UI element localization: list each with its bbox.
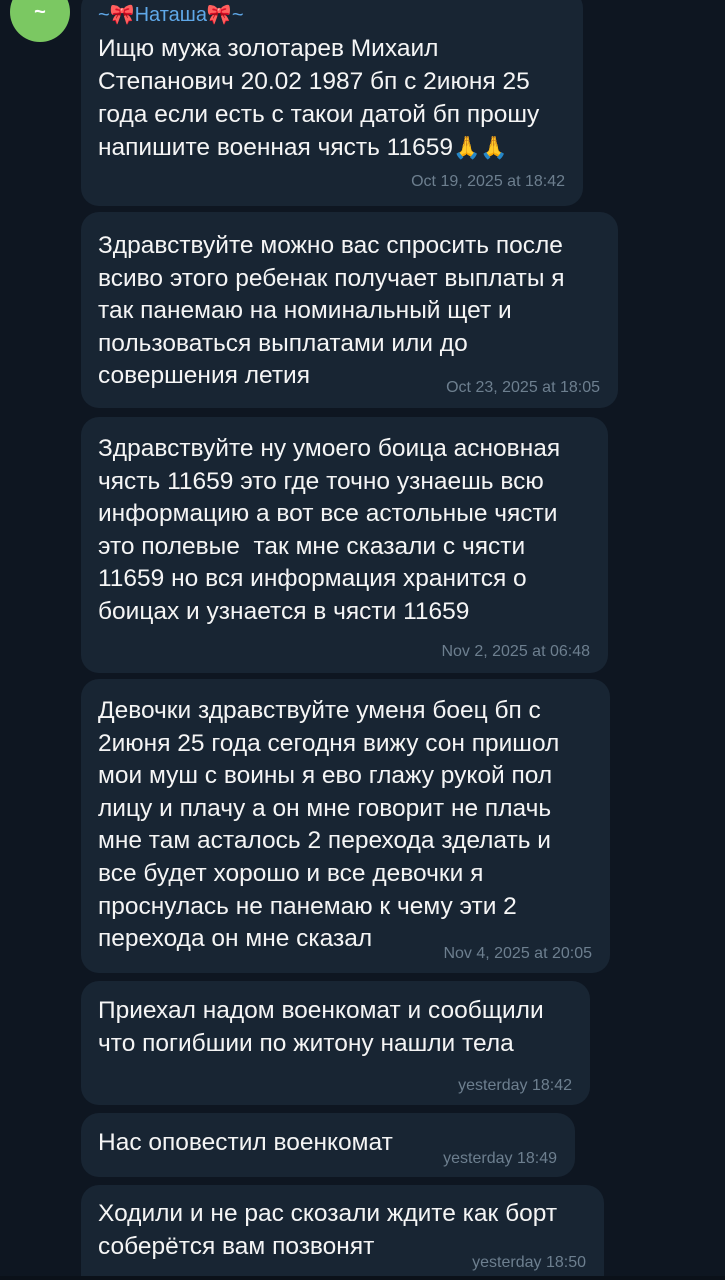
sender-avatar[interactable]: ~ bbox=[10, 0, 70, 42]
message-text: Здравствуйте ну умоего боица асновная чя… bbox=[98, 435, 567, 625]
message-timestamp: yesterday 18:42 bbox=[458, 1077, 572, 1094]
message-text: Девочки здравствуйте уменя боец бп с 2ию… bbox=[98, 697, 567, 953]
avatar-letter: ~ bbox=[34, 0, 46, 23]
message-timestamp: Nov 2, 2025 at 06:48 bbox=[441, 643, 590, 660]
message-timestamp: yesterday 18:49 bbox=[443, 1150, 557, 1167]
message-text: Ищю мужа золотарев Михаил Степанович 20.… bbox=[98, 35, 547, 161]
praying-hands-icon: 🙏🙏 bbox=[452, 135, 508, 160]
message-bubble[interactable]: Приехал надом военкомат и сообщили что п… bbox=[81, 981, 590, 1105]
message-bubble[interactable]: Здравствуйте ну умоего боица асновная чя… bbox=[81, 417, 608, 673]
message-timestamp: Oct 23, 2025 at 18:05 bbox=[446, 379, 600, 396]
message-bubble[interactable]: Здравствуйте можно вас спросить после вс… bbox=[81, 212, 618, 408]
sender-name[interactable]: ~🎀Наташа🎀~ bbox=[98, 4, 565, 26]
bottom-divider bbox=[0, 1276, 725, 1280]
message-timestamp: yesterday 18:50 bbox=[472, 1254, 586, 1271]
message-timestamp: Nov 4, 2025 at 20:05 bbox=[443, 945, 592, 962]
message-bubble[interactable]: ~🎀Наташа🎀~ Ищю мужа золотарев Михаил Сте… bbox=[81, 0, 583, 206]
message-bubble[interactable]: Нас оповестил военкомат yesterday 18:49 bbox=[81, 1113, 575, 1177]
message-timestamp: Oct 19, 2025 at 18:42 bbox=[411, 173, 565, 190]
message-bubble[interactable]: Девочки здравствуйте уменя боец бп с 2ию… bbox=[81, 679, 610, 973]
message-text: Приехал надом военкомат и сообщили что п… bbox=[98, 997, 551, 1057]
message-bubble[interactable]: Ходили и не рас скозали ждите как борт с… bbox=[81, 1185, 604, 1280]
message-text: Здравствуйте можно вас спросить после вс… bbox=[98, 232, 572, 390]
